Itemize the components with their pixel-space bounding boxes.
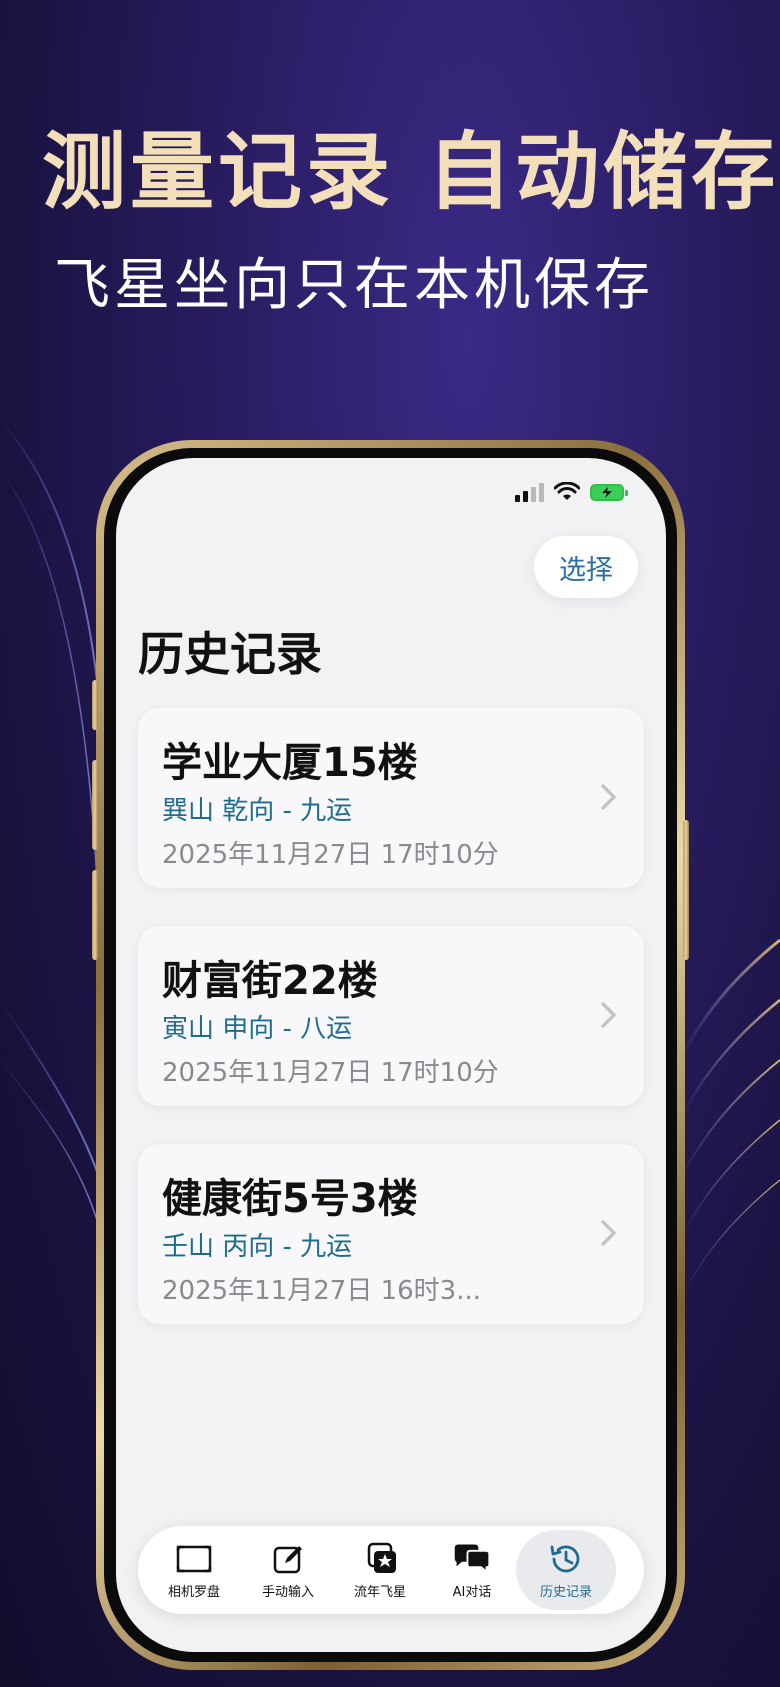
phone-side-button	[92, 680, 98, 730]
promo-headline: 测量记录 自动储存	[42, 123, 780, 221]
record-direction: 寅山 申向 - 八运	[162, 1014, 353, 1044]
tab-label: 流年飞星	[353, 1584, 406, 1600]
chevron-right-icon	[601, 1002, 616, 1028]
promo-subheadline: 飞星坐向只在本机保存	[54, 253, 654, 318]
record-name: 学业大厦15楼	[162, 740, 418, 786]
wifi-icon	[554, 482, 580, 500]
chevron-right-icon	[601, 784, 616, 810]
history-record-card[interactable]: 学业大厦15楼 巽山 乾向 - 九运 2025年11月27日 17时10分	[138, 708, 644, 888]
record-direction: 巽山 乾向 - 九运	[162, 796, 353, 826]
tab-history[interactable]: 历史记录	[516, 1530, 616, 1610]
camera-frame-icon	[176, 1545, 212, 1572]
record-name: 财富街22楼	[162, 958, 378, 1004]
star-cards-icon	[367, 1542, 396, 1573]
record-name: 健康街5号3楼	[162, 1176, 418, 1222]
tab-label: AI对话	[452, 1584, 492, 1600]
tab-label: 相机罗盘	[167, 1584, 220, 1600]
tab-bar: 相机罗盘 手动输入 流年飞星 AI对话 历史记录	[138, 1526, 644, 1614]
phone-power-button	[683, 820, 689, 960]
tab-camera-compass[interactable]: 相机罗盘	[148, 1526, 240, 1614]
record-time: 2025年11月27日 17时10分	[162, 1058, 499, 1088]
phone-side-button	[92, 870, 98, 960]
edit-icon	[273, 1545, 302, 1573]
signal-icon	[515, 482, 544, 502]
record-time: 2025年11月27日 16时3...	[162, 1276, 482, 1306]
chat-bubbles-icon	[454, 1543, 491, 1574]
phone-screen: 选择 历史记录 学业大厦15楼 巽山 乾向 - 九运 2025年11月27日 1…	[116, 458, 666, 1652]
status-bar	[515, 482, 628, 502]
record-time: 2025年11月27日 17时10分	[162, 840, 499, 870]
tab-ai-chat[interactable]: AI对话	[426, 1526, 518, 1614]
record-direction: 壬山 丙向 - 九运	[162, 1232, 353, 1262]
tab-label: 手动输入	[261, 1584, 314, 1600]
chevron-right-icon	[601, 1220, 616, 1246]
tab-label: 历史记录	[539, 1584, 592, 1600]
history-list: 学业大厦15楼 巽山 乾向 - 九运 2025年11月27日 17时10分 财富…	[138, 708, 644, 1362]
history-record-card[interactable]: 健康街5号3楼 壬山 丙向 - 九运 2025年11月27日 16时3...	[138, 1144, 644, 1324]
phone-side-button	[92, 760, 98, 850]
tab-annual-flying-stars[interactable]: 流年飞星	[334, 1526, 426, 1614]
tab-manual-input[interactable]: 手动输入	[242, 1526, 334, 1614]
history-record-card[interactable]: 财富街22楼 寅山 申向 - 八运 2025年11月27日 17时10分	[138, 926, 644, 1106]
battery-icon	[590, 483, 628, 501]
history-clock-icon	[550, 1545, 580, 1572]
select-button[interactable]: 选择	[534, 536, 638, 598]
page-title: 历史记录	[138, 627, 322, 681]
